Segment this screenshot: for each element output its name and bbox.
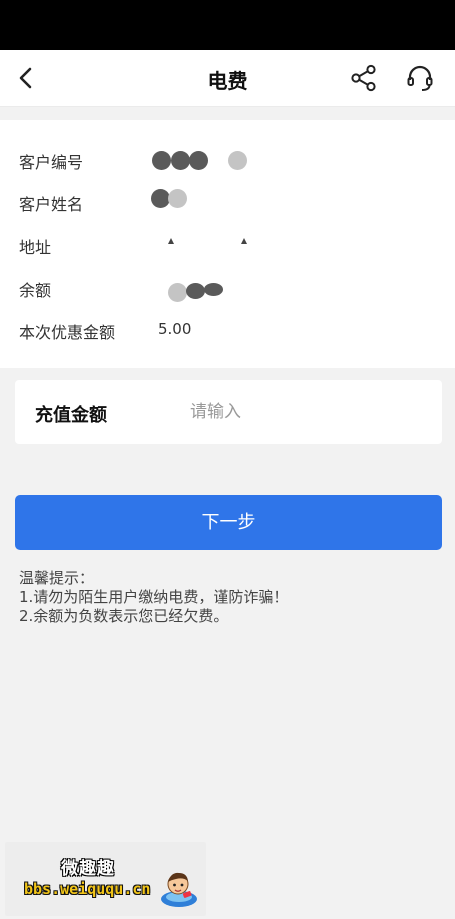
page-title: 电费	[207, 69, 248, 93]
tips-title: 温馨提示：	[19, 569, 95, 587]
tip-line: 1.请勿为陌生用户缴纳电费，谨防诈骗！	[19, 588, 289, 606]
info-row-customer-id: 客户编号	[0, 145, 455, 173]
status-bar	[0, 0, 455, 50]
recharge-amount-card: 充值金额	[15, 380, 442, 444]
info-label: 客户姓名	[19, 195, 84, 214]
info-label: 客户编号	[19, 153, 84, 172]
tip-line: 2.余额为负数表示您已经欠费。	[19, 607, 229, 625]
headset-icon	[407, 65, 433, 91]
info-row-customer-name: 客户姓名	[0, 187, 455, 215]
info-row-discount: 本次优惠金额 5.00	[0, 315, 455, 343]
tips-section: 温馨提示： 1.请勿为陌生用户缴纳电费，谨防诈骗！ 2.余额为负数表示您已经欠费…	[19, 569, 288, 626]
info-row-address: 地址	[0, 230, 455, 258]
info-label: 本次优惠金额	[19, 323, 116, 342]
watermark: 微趣趣 bbs.weiququ.cn	[5, 842, 206, 916]
navigation-bar: 电费	[0, 50, 455, 107]
info-value: 5.00	[158, 320, 192, 338]
recharge-amount-input[interactable]	[190, 396, 420, 428]
share-button[interactable]	[349, 63, 379, 93]
customer-service-button[interactable]	[405, 63, 435, 93]
mascot-icon	[161, 872, 197, 907]
watermark-url: bbs.weiququ.cn	[24, 880, 151, 898]
share-icon	[351, 64, 376, 92]
info-row-balance: 余额	[0, 273, 455, 302]
watermark-title: 微趣趣	[61, 859, 115, 879]
info-label: 地址	[19, 238, 52, 257]
recharge-amount-label: 充值金额	[35, 405, 107, 426]
next-step-button[interactable]: 下一步	[15, 495, 442, 550]
info-label: 余额	[19, 281, 52, 300]
account-info-card: 客户编号 客户姓名 地址 余额 本次优惠金额 5.00	[0, 120, 455, 368]
